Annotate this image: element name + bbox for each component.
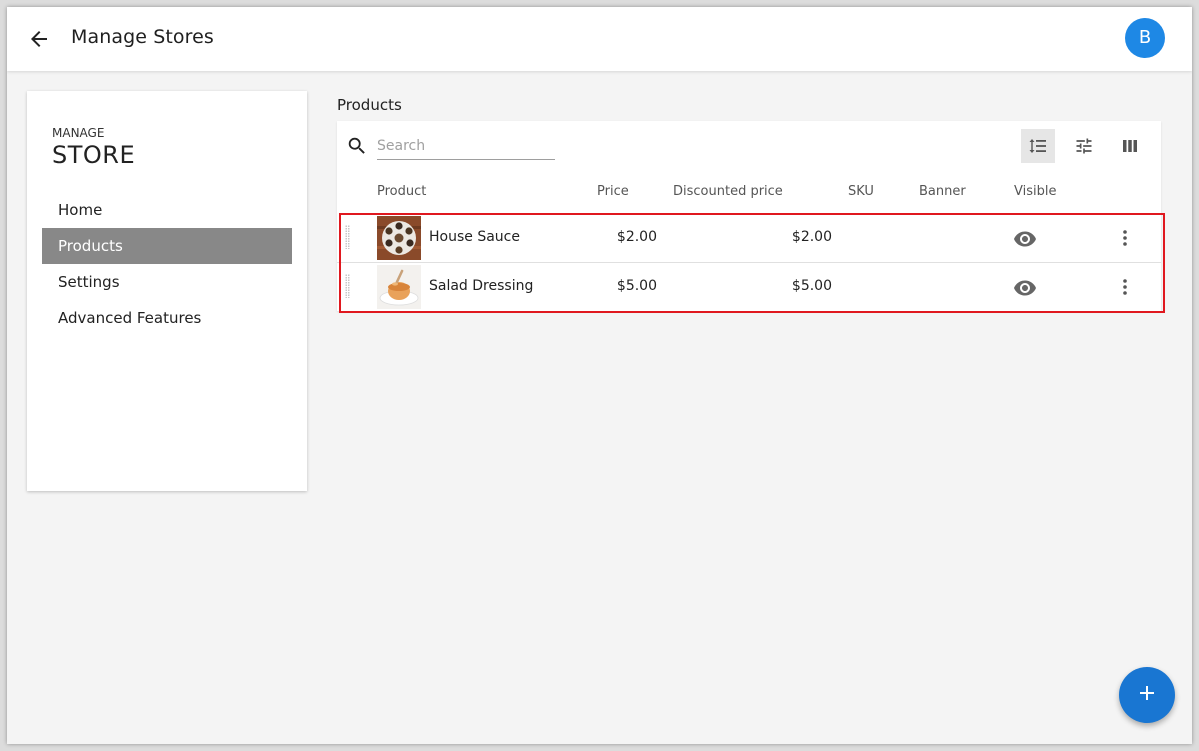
search-input[interactable]	[377, 133, 555, 160]
column-header-banner[interactable]: Banner	[919, 184, 966, 199]
column-header-sku[interactable]: SKU	[848, 184, 874, 199]
sidebar-item-settings[interactable]: Settings	[42, 264, 292, 300]
column-header-price[interactable]: Price	[597, 184, 629, 199]
product-discounted-price: $2.00	[791, 229, 832, 245]
table-row[interactable]: House Sauce $2.00 $2.00	[337, 214, 1161, 263]
section-title: Products	[337, 96, 402, 114]
product-name: House Sauce	[429, 229, 520, 245]
visibility-eye-icon[interactable]	[1013, 276, 1037, 300]
dressing-bowl-image	[377, 265, 421, 309]
column-header-discounted-price[interactable]: Discounted price	[673, 184, 783, 199]
more-vert-icon[interactable]	[1113, 275, 1137, 299]
sidebar: MANAGE STORE Home Products Settings Adva…	[27, 91, 307, 491]
visibility-eye-icon[interactable]	[1013, 227, 1037, 251]
product-name: Salad Dressing	[429, 278, 534, 294]
density-icon[interactable]	[1021, 129, 1055, 163]
product-price: $2.00	[616, 229, 657, 245]
column-header-visible[interactable]: Visible	[1014, 184, 1056, 199]
table-row[interactable]: Salad Dressing $5.00 $5.00	[337, 263, 1161, 311]
avatar[interactable]: B	[1125, 18, 1165, 58]
drag-handle-icon[interactable]	[345, 274, 350, 298]
search-icon	[346, 135, 368, 157]
filter-sliders-icon[interactable]	[1067, 129, 1101, 163]
columns-icon[interactable]	[1113, 129, 1147, 163]
sidebar-item-advanced-features[interactable]: Advanced Features	[42, 300, 292, 336]
drag-handle-icon[interactable]	[345, 225, 350, 249]
product-discounted-price: $5.00	[791, 278, 832, 294]
top-app-bar: Manage Stores B	[7, 7, 1192, 71]
sidebar-item-home[interactable]: Home	[42, 192, 292, 228]
arrow-back-icon[interactable]	[27, 27, 51, 51]
sidebar-item-products[interactable]: Products	[42, 228, 292, 264]
plus-icon	[1137, 683, 1157, 707]
add-product-button[interactable]	[1119, 667, 1175, 723]
products-table: Product Price Discounted price SKU Banne…	[337, 121, 1161, 311]
app-window: Manage Stores B MANAGE STORE Home Produc…	[7, 7, 1192, 744]
page-title: Manage Stores	[71, 26, 214, 48]
sidebar-subtitle: MANAGE	[52, 126, 105, 140]
sidebar-title: STORE	[52, 141, 136, 169]
product-price: $5.00	[616, 278, 657, 294]
column-header-product[interactable]: Product	[377, 184, 426, 199]
sauce-platter-image	[377, 216, 421, 260]
more-vert-icon[interactable]	[1113, 226, 1137, 250]
